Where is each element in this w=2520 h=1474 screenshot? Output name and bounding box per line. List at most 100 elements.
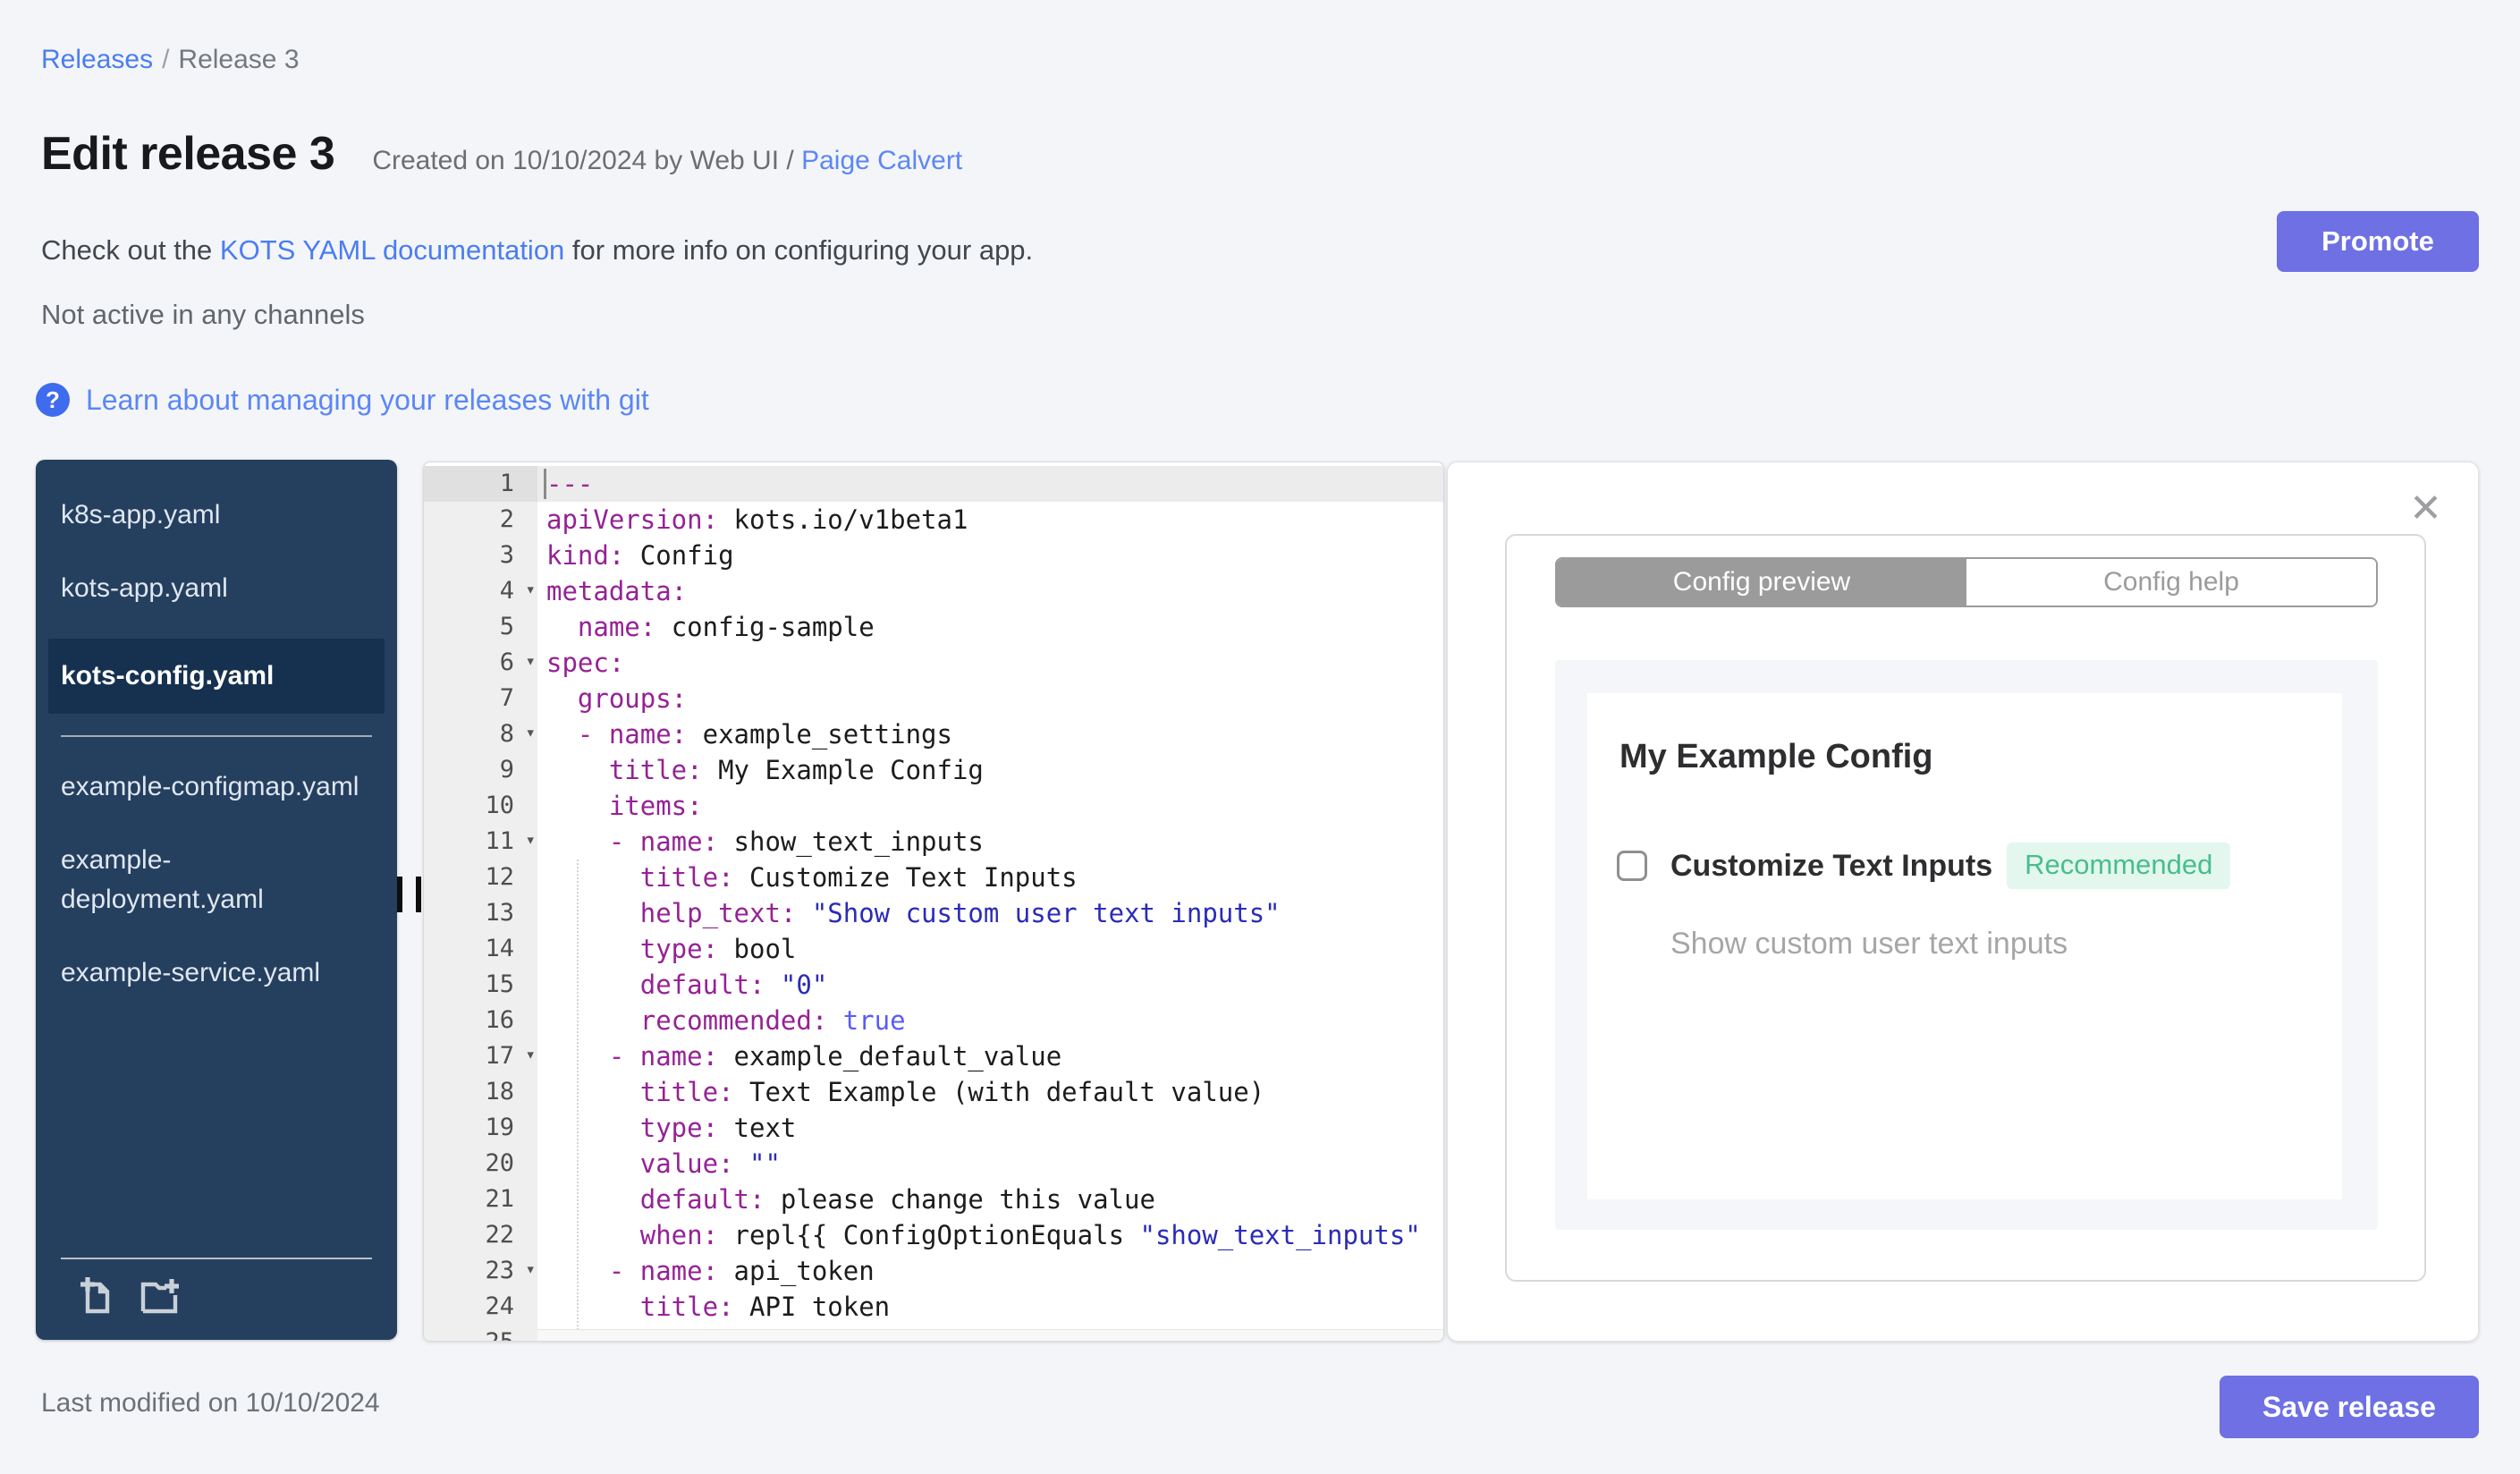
gutter-line-number: 14 [424, 931, 537, 967]
gutter-line-number: 16 [424, 1003, 537, 1038]
gutter-line-number: 8 ▾ [424, 716, 537, 752]
doc-note-pre: Check out the [41, 234, 220, 266]
fold-arrow-icon[interactable]: ▾ [526, 643, 536, 679]
editor-line-3[interactable]: 3 kind: Config [424, 538, 1443, 573]
editor-horizontal-scrollbar[interactable] [537, 1329, 1443, 1341]
gutter-line-number: 12 [424, 860, 537, 895]
file-item-example-configmap.yaml[interactable]: example-configmap.yaml [48, 764, 385, 810]
git-help-row: ? Learn about managing your releases wit… [36, 383, 649, 417]
sidebar-resize-handle[interactable] [397, 877, 421, 912]
code-text: title: My Example Config [608, 755, 984, 785]
editor-line-4[interactable]: 4 ▾ metadata: [424, 573, 1443, 609]
close-icon[interactable]: ✕ [2409, 489, 2442, 529]
last-modified-text: Last modified on 10/10/2024 [41, 1388, 380, 1418]
editor-line-10[interactable]: 10 items: [424, 788, 1443, 824]
config-preview-panel: ✕ Config preview Config help My Example C… [1447, 462, 2479, 1342]
gutter-line-number: 10 [424, 788, 537, 824]
editor-line-11[interactable]: 11 ▾ - name: show_text_inputs [424, 824, 1443, 860]
file-item-kots-app.yaml[interactable]: kots-app.yaml [48, 565, 385, 612]
fold-arrow-icon[interactable]: ▾ [526, 1037, 536, 1072]
fold-arrow-icon[interactable]: ▾ [526, 822, 536, 858]
tab-config-help[interactable]: Config help [1966, 559, 2376, 606]
page-title: Edit release 3 [41, 128, 335, 180]
fold-arrow-icon[interactable]: ▾ [526, 572, 536, 607]
gutter-line-number: 15 [424, 967, 537, 1003]
channel-status: Not active in any channels [41, 299, 365, 330]
breadcrumb-current: Release 3 [178, 45, 300, 74]
breadcrumb-releases-link[interactable]: Releases [41, 45, 153, 74]
gutter-line-number: 6 ▾ [424, 645, 537, 681]
new-file-icon[interactable] [73, 1274, 116, 1317]
fold-arrow-icon[interactable]: ▾ [526, 1251, 536, 1287]
editor-line-7[interactable]: 7 groups: [424, 681, 1443, 716]
code-text: apiVersion: kots.io/v1beta1 [546, 504, 968, 535]
code-text: type: text [639, 1113, 797, 1143]
breadcrumb: Releases / Release 3 [41, 45, 300, 75]
editor-line-2[interactable]: 2 apiVersion: kots.io/v1beta1 [424, 502, 1443, 538]
code-text: recommended: true [639, 1005, 906, 1036]
gutter-line-number: 2 [424, 502, 537, 538]
config-checkbox[interactable] [1617, 851, 1647, 881]
code-text: value: "" [639, 1148, 781, 1179]
config-preview-card: Config preview Config help My Example Con… [1505, 534, 2426, 1282]
editor-line-1[interactable]: 1 --- [424, 466, 1443, 502]
indent-guide [577, 860, 579, 1334]
code-text: when: repl{{ ConfigOptionEquals "show_te… [639, 1220, 1421, 1250]
code-text: kind: Config [546, 540, 734, 571]
code-text: title: Customize Text Inputs [639, 862, 1078, 893]
promote-button[interactable]: Promote [2277, 211, 2479, 272]
save-release-button[interactable]: Save release [2220, 1376, 2479, 1438]
file-sidebar: k8s-app.yaml kots-app.yaml kots-config.yam… [36, 460, 397, 1340]
breadcrumb-separator: / [162, 45, 170, 74]
gutter-line-number: 9 [424, 752, 537, 788]
code-text: --- [537, 466, 1443, 502]
created-author-link[interactable]: Paige Calvert [801, 146, 962, 175]
code-text: spec: [546, 648, 625, 678]
editor-line-9[interactable]: 9 title: My Example Config [424, 752, 1443, 788]
gutter-line-number: 4 ▾ [424, 573, 537, 609]
code-text: - name: example_settings [577, 719, 952, 750]
code-text: help_text: "Show custom user text inputs… [639, 898, 1281, 928]
code-text: metadata: [546, 576, 688, 606]
code-text: - name: example_default_value [608, 1041, 1062, 1072]
file-item-k8s-app.yaml[interactable]: k8s-app.yaml [48, 492, 385, 538]
code-text: title: API token [639, 1292, 891, 1322]
gutter-line-number: 17 ▾ [424, 1038, 537, 1074]
recommended-badge: Recommended [2007, 843, 2231, 889]
yaml-editor[interactable]: 1 --- 2 apiVersion: kots.io/v1beta1 3 kind: C… [423, 462, 1444, 1342]
gutter-line-number: 18 [424, 1074, 537, 1110]
gutter-line-number: 24 [424, 1289, 537, 1325]
gutter-line-number: 13 [424, 895, 537, 931]
code-text: default: please change this value [639, 1184, 1155, 1215]
file-item-example-service.yaml[interactable]: example-service.yaml [48, 950, 385, 996]
config-item-label: Customize Text Inputs [1670, 848, 1993, 883]
file-item-example-deployment.yaml[interactable]: example-deployment.yaml [48, 837, 385, 923]
tab-config-preview[interactable]: Config preview [1557, 559, 1966, 606]
created-text: Created on 10/10/2024 by Web UI / [372, 146, 794, 175]
config-item-row: Customize Text Inputs Recommended [1617, 843, 2342, 889]
fold-arrow-icon[interactable]: ▾ [526, 715, 536, 750]
editor-line-8[interactable]: 8 ▾ - name: example_settings [424, 716, 1443, 752]
created-line: Created on 10/10/2024 by Web UI / Paige … [372, 146, 962, 176]
editor-line-5[interactable]: 5 name: config-sample [424, 609, 1443, 645]
code-text: type: bool [639, 934, 797, 964]
gutter-line-number: 11 ▾ [424, 824, 537, 860]
git-releases-link[interactable]: Learn about managing your releases with … [86, 384, 649, 417]
file-group-divider [61, 735, 372, 737]
code-text: name: config-sample [577, 612, 875, 642]
gutter-line-number: 22 [424, 1217, 537, 1253]
title-row: Edit release 3 Created on 10/10/2024 by … [41, 127, 962, 181]
gutter-line-number: 3 [424, 538, 537, 573]
help-icon: ? [36, 383, 70, 417]
gutter-line-number: 19 [424, 1110, 537, 1146]
gutter-line-number: 21 [424, 1182, 537, 1217]
gutter-line-number: 20 [424, 1146, 537, 1182]
new-folder-icon[interactable] [138, 1274, 181, 1317]
gutter-line-number: 5 [424, 609, 537, 645]
file-item-kots-config.yaml[interactable]: kots-config.yaml [48, 639, 385, 714]
kots-yaml-doc-link[interactable]: KOTS YAML documentation [220, 234, 564, 266]
file-list: k8s-app.yaml kots-app.yaml kots-config.yam… [36, 492, 397, 1258]
editor-line-6[interactable]: 6 ▾ spec: [424, 645, 1443, 681]
doc-note: Check out the KOTS YAML documentation fo… [41, 234, 1033, 267]
code-text: - name: api_token [608, 1256, 875, 1286]
